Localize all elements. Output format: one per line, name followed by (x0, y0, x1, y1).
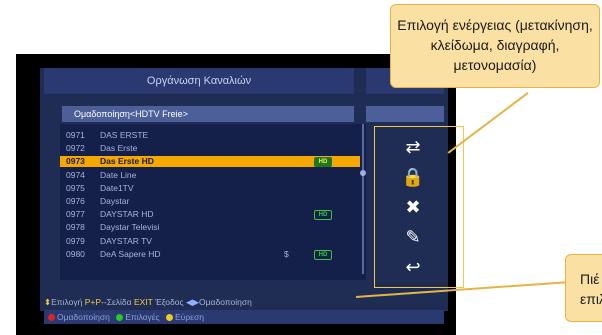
pay-channel-icon: $ (284, 248, 289, 259)
red-key-icon (48, 314, 55, 321)
channel-name: Daystar (100, 196, 130, 206)
scrollbar-thumb[interactable] (360, 170, 366, 176)
channel-number: 0978 (66, 222, 85, 233)
channel-row[interactable]: 0980 DeA Sapere HD $ HD (66, 249, 356, 260)
channel-row[interactable]: 0977 DAYSTAR HD HD (66, 209, 356, 221)
channel-number: 0975 (66, 182, 85, 193)
color-key-bar: Ομαδοποίηση Επιλογές Εύρεση (44, 310, 444, 324)
channel-row[interactable]: 0972 Das Erste (66, 143, 356, 154)
hd-badge: HD (314, 249, 332, 260)
help-line: ⬍Επιλογή P+P--Σελίδα EXIT Έξοδος ◀▶Ομαδο… (44, 297, 252, 307)
back-icon[interactable]: ↩ (398, 256, 428, 278)
channel-name: DeA Sapere HD (100, 248, 161, 259)
channel-number: 0974 (66, 169, 85, 180)
keys-callout-line1: Πιέ (580, 271, 600, 287)
channel-number: 0973 (66, 156, 85, 167)
green-key-icon (116, 314, 124, 321)
keys-callout: Πιέ επιλογ (565, 254, 602, 322)
help-page: Σελίδα (106, 297, 132, 307)
channel-row[interactable]: 0975 Date1TV (66, 183, 356, 194)
actions-callout-leader (447, 91, 529, 154)
channel-name: Das Erste (100, 143, 138, 154)
channel-number: 0977 (66, 209, 85, 220)
yellow-key-label[interactable]: Εύρεση (175, 312, 204, 322)
move-icon[interactable]: ⇄ (398, 136, 428, 158)
channel-number: 0971 (66, 130, 85, 140)
channel-name: Date1TV (100, 182, 134, 193)
channel-row[interactable]: 0971 DAS ERSTE (66, 130, 356, 141)
keys-callout-line2: επιλογ (580, 291, 602, 307)
channel-name: DAS ERSTE (100, 130, 149, 140)
hd-badge: HD (314, 157, 332, 168)
leftright-icon: ◀▶ (185, 297, 200, 307)
lock-icon[interactable]: 🔒 (398, 166, 428, 188)
channel-row[interactable]: 0973 Das Erste HD HD (60, 156, 360, 168)
channel-name: DAYSTAR TV (100, 235, 152, 246)
channel-row[interactable]: 0978 Daystar Televisi (66, 222, 356, 233)
channel-name: Date Line (100, 169, 137, 180)
channel-number: 0976 (66, 196, 85, 206)
help-group: Ομαδοποίηση (199, 297, 252, 307)
channel-name: DAYSTAR HD (100, 209, 154, 220)
yellow-key-icon (166, 314, 173, 321)
channel-row[interactable]: 0979 DAYSTAR TV (66, 236, 356, 247)
help-select: Επιλογή (51, 297, 83, 307)
group-bar-side (366, 106, 444, 122)
channel-number: 0979 (66, 235, 85, 246)
page-title: Οργάνωση Καναλιών (44, 68, 354, 94)
help-page-keys: P+P- (84, 297, 104, 307)
scrollbar[interactable] (362, 124, 364, 274)
actions-callout: Επιλογή ενέργειας (μετακίνηση, κλείδωμα,… (390, 4, 600, 88)
channel-name: Das Erste HD (100, 156, 154, 167)
channel-name: Daystar Televisi (100, 222, 160, 233)
help-exit: Έξοδος (155, 297, 184, 307)
channel-row[interactable]: 0974 Date Line (66, 170, 356, 181)
delete-icon[interactable]: ✖ (398, 196, 428, 218)
green-key-label[interactable]: Επιλογές (125, 312, 159, 322)
red-key-label[interactable]: Ομαδοποίηση (57, 312, 110, 322)
help-exit-key: EXIT (133, 297, 153, 307)
rename-icon[interactable]: ✎ (398, 226, 428, 248)
channel-number: 0980 (66, 248, 85, 259)
channel-row[interactable]: 0976 Daystar (66, 196, 356, 207)
hd-badge: HD (314, 210, 332, 221)
group-selector[interactable]: Ομαδοποίηση<HDTV Freie> (62, 106, 354, 122)
channel-number: 0972 (66, 143, 85, 154)
